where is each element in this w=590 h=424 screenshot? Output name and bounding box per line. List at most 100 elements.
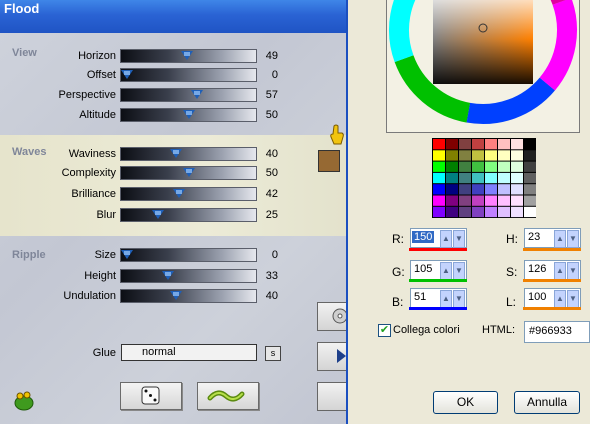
palette-swatch[interactable]	[511, 172, 523, 184]
palette-swatch[interactable]	[498, 150, 510, 161]
g-down-icon[interactable]: ▼	[453, 262, 465, 280]
r-spinbox[interactable]: 150 ▲ ▼	[410, 228, 467, 248]
s-down-icon[interactable]: ▼	[567, 262, 579, 280]
palette-swatch[interactable]	[498, 172, 510, 184]
palette-swatch[interactable]	[472, 139, 484, 150]
slider-thumb[interactable]	[151, 210, 164, 219]
palette-swatch[interactable]	[498, 195, 510, 206]
s-up-icon[interactable]: ▲	[554, 262, 566, 280]
color-wheel-panel[interactable]	[386, 0, 580, 133]
palette-swatch[interactable]	[472, 195, 484, 206]
glue-select[interactable]: normal	[121, 344, 257, 361]
palette-swatch[interactable]	[459, 206, 471, 218]
slider-thumb[interactable]	[182, 110, 195, 119]
palette-swatch[interactable]	[433, 184, 445, 195]
palette-swatch[interactable]	[459, 139, 471, 150]
palette-swatch[interactable]	[524, 184, 536, 195]
slider-track[interactable]	[120, 147, 257, 161]
b-up-icon[interactable]: ▲	[440, 290, 452, 308]
palette-swatch[interactable]	[485, 184, 497, 195]
slider-thumb[interactable]	[121, 250, 133, 259]
slider-thumb[interactable]	[191, 90, 204, 99]
palette-swatch[interactable]	[472, 206, 484, 218]
l-up-icon[interactable]: ▲	[554, 290, 566, 308]
palette-swatch[interactable]	[524, 139, 536, 150]
slider-thumb[interactable]	[172, 189, 185, 198]
palette-swatch[interactable]	[472, 150, 484, 161]
palette-swatch[interactable]	[511, 184, 523, 195]
color-palette-grid[interactable]	[432, 138, 536, 218]
slider-thumb[interactable]	[170, 291, 183, 300]
palette-swatch[interactable]	[446, 161, 458, 172]
palette-swatch[interactable]	[459, 172, 471, 184]
palette-swatch[interactable]	[511, 206, 523, 218]
slider-thumb[interactable]	[161, 271, 174, 280]
r-up-icon[interactable]: ▲	[440, 230, 452, 248]
cancel-button[interactable]: Annulla	[514, 391, 580, 414]
palette-swatch[interactable]	[524, 161, 536, 172]
g-spinbox[interactable]: 105 ▲ ▼	[410, 260, 467, 280]
side-extra-button[interactable]	[317, 382, 346, 411]
b-down-icon[interactable]: ▼	[453, 290, 465, 308]
slider-track[interactable]	[120, 208, 257, 222]
link-colors-checkbox[interactable]: ✔	[378, 324, 391, 337]
palette-swatch[interactable]	[524, 195, 536, 206]
palette-swatch[interactable]	[485, 172, 497, 184]
random-button[interactable]	[120, 382, 182, 410]
slider-track[interactable]	[120, 269, 257, 283]
palette-swatch[interactable]	[485, 150, 497, 161]
palette-swatch[interactable]	[446, 150, 458, 161]
palette-swatch[interactable]	[472, 184, 484, 195]
palette-swatch[interactable]	[459, 150, 471, 161]
palette-swatch[interactable]	[485, 161, 497, 172]
s-spinbox[interactable]: 126 ▲ ▼	[524, 260, 581, 280]
palette-swatch[interactable]	[459, 161, 471, 172]
palette-swatch[interactable]	[433, 206, 445, 218]
b-spinbox[interactable]: 51 ▲ ▼	[410, 288, 467, 308]
slider-track[interactable]	[120, 108, 257, 122]
slider-track[interactable]	[120, 248, 257, 262]
l-down-icon[interactable]: ▼	[567, 290, 579, 308]
palette-swatch[interactable]	[446, 206, 458, 218]
palette-swatch[interactable]	[433, 139, 445, 150]
palette-swatch[interactable]	[433, 172, 445, 184]
palette-swatch[interactable]	[459, 184, 471, 195]
palette-swatch[interactable]	[511, 195, 523, 206]
side-disc-button[interactable]	[317, 302, 346, 331]
slider-track[interactable]	[120, 49, 257, 63]
palette-swatch[interactable]	[446, 195, 458, 206]
palette-swatch[interactable]	[433, 161, 445, 172]
slider-track[interactable]	[120, 88, 257, 102]
h-spinbox[interactable]: 23 ▲ ▼	[524, 228, 581, 248]
glue-small-button[interactable]: s	[265, 346, 281, 361]
slider-thumb[interactable]	[121, 70, 133, 79]
palette-swatch[interactable]	[446, 139, 458, 150]
slider-track[interactable]	[120, 187, 257, 201]
slider-track[interactable]	[120, 68, 257, 82]
flood-color-swatch[interactable]	[318, 150, 340, 172]
palette-swatch[interactable]	[524, 172, 536, 184]
color-wheel[interactable]	[387, 0, 579, 132]
r-down-icon[interactable]: ▼	[453, 230, 465, 248]
palette-swatch[interactable]	[472, 161, 484, 172]
palette-swatch[interactable]	[485, 139, 497, 150]
slider-thumb[interactable]	[181, 51, 194, 60]
palette-swatch[interactable]	[498, 139, 510, 150]
palette-swatch[interactable]	[511, 139, 523, 150]
l-spinbox[interactable]: 100 ▲ ▼	[524, 288, 581, 308]
h-down-icon[interactable]: ▼	[567, 230, 579, 248]
ok-button[interactable]: OK	[433, 391, 498, 414]
palette-swatch[interactable]	[446, 184, 458, 195]
palette-swatch[interactable]	[511, 161, 523, 172]
palette-swatch[interactable]	[472, 172, 484, 184]
palette-swatch[interactable]	[524, 206, 536, 218]
g-up-icon[interactable]: ▲	[440, 262, 452, 280]
palette-swatch[interactable]	[485, 206, 497, 218]
palette-swatch[interactable]	[498, 184, 510, 195]
slider-thumb[interactable]	[170, 149, 183, 158]
palette-swatch[interactable]	[511, 150, 523, 161]
slider-thumb[interactable]	[182, 168, 195, 177]
html-input[interactable]: #966933	[524, 321, 590, 343]
palette-swatch[interactable]	[485, 195, 497, 206]
palette-swatch[interactable]	[524, 150, 536, 161]
